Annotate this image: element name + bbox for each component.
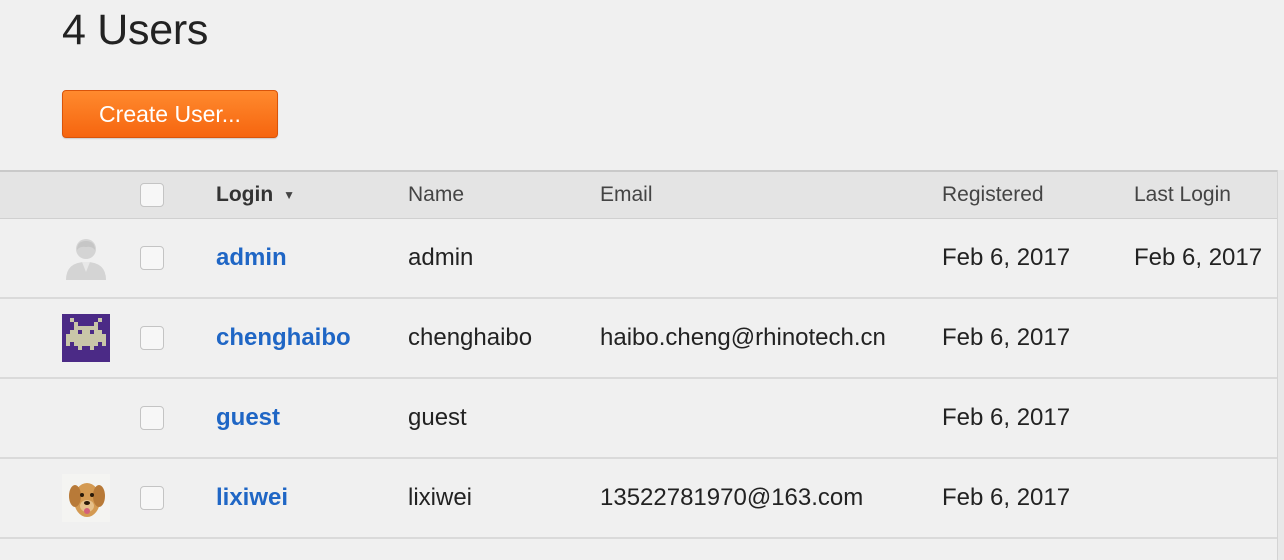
user-registered: Feb 6, 2017 <box>942 324 1071 351</box>
user-registered: Feb 6, 2017 <box>942 404 1071 431</box>
pixel-robot-avatar <box>62 314 110 362</box>
table-row: chenghaibo chenghaibo haibo.cheng@rhinot… <box>0 299 1284 379</box>
column-header-last-login[interactable]: Last Login <box>1134 183 1231 207</box>
column-header-email[interactable]: Email <box>600 183 653 207</box>
select-all-checkbox[interactable] <box>140 183 164 207</box>
create-user-button[interactable]: Create User... <box>62 90 278 138</box>
user-login-link[interactable]: lixiwei <box>216 484 288 512</box>
column-header-login[interactable]: Login ▼ <box>216 183 295 207</box>
table-row: admin admin Feb 6, 2017 Feb 6, 2017 <box>0 219 1284 299</box>
sort-descending-icon: ▼ <box>283 188 296 203</box>
user-name: chenghaibo <box>408 324 533 351</box>
user-registered: Feb 6, 2017 <box>942 244 1071 271</box>
vertical-scrollbar[interactable] <box>1277 170 1284 560</box>
page-title: 4 Users <box>62 6 209 54</box>
user-email: 13522781970@163.com <box>600 484 864 511</box>
default-user-icon <box>62 234 110 282</box>
user-name: admin <box>408 244 474 271</box>
user-registered: Feb 6, 2017 <box>942 484 1071 511</box>
row-select-checkbox[interactable] <box>140 246 164 270</box>
row-select-checkbox[interactable] <box>140 326 164 350</box>
user-name: lixiwei <box>408 484 473 511</box>
table-header: Login ▼ Name Email Registered Last Login <box>0 170 1284 219</box>
column-header-registered[interactable]: Registered <box>942 183 1044 207</box>
user-login-link[interactable]: guest <box>216 404 280 432</box>
user-login-link[interactable]: chenghaibo <box>216 324 351 352</box>
users-table: Login ▼ Name Email Registered Last Login … <box>0 170 1284 560</box>
table-row: guest guest Feb 6, 2017 <box>0 379 1284 459</box>
user-last-login: Feb 6, 2017 <box>1134 244 1263 271</box>
column-header-name[interactable]: Name <box>408 183 464 207</box>
column-header-login-label: Login <box>216 183 274 206</box>
row-select-checkbox[interactable] <box>140 486 164 510</box>
user-email: haibo.cheng@rhinotech.cn <box>600 324 886 351</box>
user-name: guest <box>408 404 467 431</box>
row-select-checkbox[interactable] <box>140 406 164 430</box>
dog-photo-avatar <box>62 474 110 522</box>
table-row: lixiwei lixiwei 13522781970@163.com Feb … <box>0 459 1284 539</box>
user-login-link[interactable]: admin <box>216 244 287 272</box>
